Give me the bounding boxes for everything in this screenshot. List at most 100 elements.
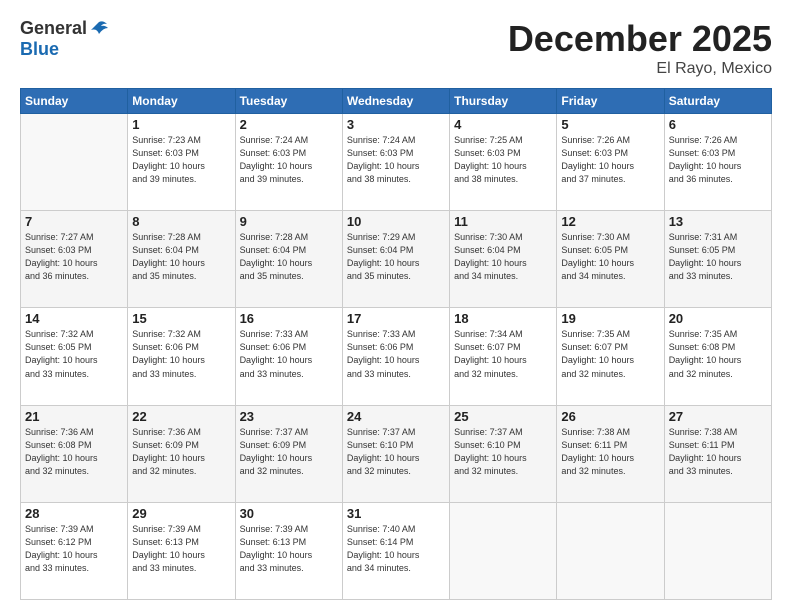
col-sunday: Sunday [21, 89, 128, 114]
logo-text-blue: Blue [20, 39, 59, 60]
day-number: 12 [561, 214, 659, 229]
day-number: 26 [561, 409, 659, 424]
day-info: Sunrise: 7:39 AM Sunset: 6:13 PM Dayligh… [132, 523, 230, 575]
table-row: 1 Sunrise: 7:23 AM Sunset: 6:03 PM Daylig… [128, 114, 235, 211]
table-row: 4Sunrise: 7:25 AM Sunset: 6:03 PM Daylig… [450, 114, 557, 211]
table-row: 5Sunrise: 7:26 AM Sunset: 6:03 PM Daylig… [557, 114, 664, 211]
calendar-header-row: Sunday Monday Tuesday Wednesday Thursday… [21, 89, 772, 114]
title-block: December 2025 El Rayo, Mexico [508, 18, 772, 78]
header: General Blue December 2025 El Rayo, Mexi… [20, 18, 772, 78]
day-number: 29 [132, 506, 230, 521]
day-number: 1 [132, 117, 230, 132]
day-info: Sunrise: 7:35 AM Sunset: 6:07 PM Dayligh… [561, 328, 659, 380]
table-row: 19 Sunrise: 7:35 AM Sunset: 6:07 PM Dayli… [557, 308, 664, 405]
col-wednesday: Wednesday [342, 89, 449, 114]
day-number: 24 [347, 409, 445, 424]
table-row: 16 Sunrise: 7:33 AM Sunset: 6:06 PM Dayli… [235, 308, 342, 405]
table-row: 8Sunrise: 7:28 AM Sunset: 6:04 PM Daylig… [128, 211, 235, 308]
day-info: Sunrise: 7:24 AM Sunset: 6:03 PM Dayligh… [347, 134, 445, 186]
day-number: 10 [347, 214, 445, 229]
day-number: 15 [132, 311, 230, 326]
day-info: Sunrise: 7:23 AM Sunset: 6:03 PM Dayligh… [132, 134, 230, 186]
day-number: 28 [25, 506, 123, 521]
day-number: 31 [347, 506, 445, 521]
day-number: 14 [25, 311, 123, 326]
calendar-week-row: 21 Sunrise: 7:36 AM Sunset: 6:08 PM Dayli… [21, 405, 772, 502]
day-info: Sunrise: 7:33 AM Sunset: 6:06 PM Dayligh… [347, 328, 445, 380]
day-number: 17 [347, 311, 445, 326]
table-row: 10Sunrise: 7:29 AM Sunset: 6:04 PM Dayli… [342, 211, 449, 308]
table-row: 14 Sunrise: 7:32 AM Sunset: 6:05 PM Dayli… [21, 308, 128, 405]
table-row: 13 Sunrise: 7:31 AM Sunset: 6:05 PM Dayli… [664, 211, 771, 308]
day-number: 23 [240, 409, 338, 424]
day-number: 27 [669, 409, 767, 424]
day-number: 16 [240, 311, 338, 326]
day-info: Sunrise: 7:32 AM Sunset: 6:06 PM Dayligh… [132, 328, 230, 380]
table-row: 6 Sunrise: 7:26 AM Sunset: 6:03 PM Daylig… [664, 114, 771, 211]
calendar-table: Sunday Monday Tuesday Wednesday Thursday… [20, 88, 772, 600]
day-number: 11 [454, 214, 552, 229]
day-info: Sunrise: 7:28 AM Sunset: 6:04 PM Dayligh… [132, 231, 230, 283]
day-info: Sunrise: 7:39 AM Sunset: 6:12 PM Dayligh… [25, 523, 123, 575]
table-row: 26Sunrise: 7:38 AM Sunset: 6:11 PM Dayli… [557, 405, 664, 502]
day-number: 6 [669, 117, 767, 132]
table-row: 7 Sunrise: 7:27 AM Sunset: 6:03 PM Daylig… [21, 211, 128, 308]
table-row: 27 Sunrise: 7:38 AM Sunset: 6:11 PM Dayli… [664, 405, 771, 502]
day-number: 7 [25, 214, 123, 229]
table-row: 22Sunrise: 7:36 AM Sunset: 6:09 PM Dayli… [128, 405, 235, 502]
table-row: 11 Sunrise: 7:30 AM Sunset: 6:04 PM Dayli… [450, 211, 557, 308]
day-info: Sunrise: 7:37 AM Sunset: 6:09 PM Dayligh… [240, 426, 338, 478]
day-number: 30 [240, 506, 338, 521]
calendar-week-row: 14 Sunrise: 7:32 AM Sunset: 6:05 PM Dayli… [21, 308, 772, 405]
subtitle: El Rayo, Mexico [508, 60, 772, 78]
table-row: 28 Sunrise: 7:39 AM Sunset: 6:12 PM Dayli… [21, 502, 128, 599]
calendar-week-row: 28 Sunrise: 7:39 AM Sunset: 6:12 PM Dayli… [21, 502, 772, 599]
day-info: Sunrise: 7:35 AM Sunset: 6:08 PM Dayligh… [669, 328, 767, 380]
day-number: 3 [347, 117, 445, 132]
day-info: Sunrise: 7:27 AM Sunset: 6:03 PM Dayligh… [25, 231, 123, 283]
table-row: 24 Sunrise: 7:37 AM Sunset: 6:10 PM Dayli… [342, 405, 449, 502]
day-number: 21 [25, 409, 123, 424]
col-friday: Friday [557, 89, 664, 114]
table-row: 23 Sunrise: 7:37 AM Sunset: 6:09 PM Dayli… [235, 405, 342, 502]
day-info: Sunrise: 7:30 AM Sunset: 6:04 PM Dayligh… [454, 231, 552, 283]
day-info: Sunrise: 7:30 AM Sunset: 6:05 PM Dayligh… [561, 231, 659, 283]
table-row: 9Sunrise: 7:28 AM Sunset: 6:04 PM Daylig… [235, 211, 342, 308]
table-row [664, 502, 771, 599]
day-info: Sunrise: 7:39 AM Sunset: 6:13 PM Dayligh… [240, 523, 338, 575]
day-number: 19 [561, 311, 659, 326]
table-row: 29 Sunrise: 7:39 AM Sunset: 6:13 PM Dayli… [128, 502, 235, 599]
col-tuesday: Tuesday [235, 89, 342, 114]
day-info: Sunrise: 7:38 AM Sunset: 6:11 PM Dayligh… [669, 426, 767, 478]
day-info: Sunrise: 7:26 AM Sunset: 6:03 PM Dayligh… [669, 134, 767, 186]
col-monday: Monday [128, 89, 235, 114]
day-info: Sunrise: 7:34 AM Sunset: 6:07 PM Dayligh… [454, 328, 552, 380]
table-row [21, 114, 128, 211]
logo: General Blue [20, 18, 109, 60]
col-thursday: Thursday [450, 89, 557, 114]
calendar-page: General Blue December 2025 El Rayo, Mexi… [0, 0, 792, 612]
day-info: Sunrise: 7:36 AM Sunset: 6:08 PM Dayligh… [25, 426, 123, 478]
logo-text-general: General [20, 18, 87, 39]
day-info: Sunrise: 7:37 AM Sunset: 6:10 PM Dayligh… [347, 426, 445, 478]
day-number: 5 [561, 117, 659, 132]
day-info: Sunrise: 7:32 AM Sunset: 6:05 PM Dayligh… [25, 328, 123, 380]
day-number: 18 [454, 311, 552, 326]
col-saturday: Saturday [664, 89, 771, 114]
table-row: 21 Sunrise: 7:36 AM Sunset: 6:08 PM Dayli… [21, 405, 128, 502]
table-row: 15 Sunrise: 7:32 AM Sunset: 6:06 PM Dayli… [128, 308, 235, 405]
table-row: 2Sunrise: 7:24 AM Sunset: 6:03 PM Daylig… [235, 114, 342, 211]
day-number: 9 [240, 214, 338, 229]
day-info: Sunrise: 7:33 AM Sunset: 6:06 PM Dayligh… [240, 328, 338, 380]
day-number: 25 [454, 409, 552, 424]
day-number: 20 [669, 311, 767, 326]
day-number: 13 [669, 214, 767, 229]
day-number: 4 [454, 117, 552, 132]
day-info: Sunrise: 7:24 AM Sunset: 6:03 PM Dayligh… [240, 134, 338, 186]
main-title: December 2025 [508, 18, 772, 60]
table-row: 30 Sunrise: 7:39 AM Sunset: 6:13 PM Dayli… [235, 502, 342, 599]
day-info: Sunrise: 7:31 AM Sunset: 6:05 PM Dayligh… [669, 231, 767, 283]
table-row [557, 502, 664, 599]
table-row: 25Sunrise: 7:37 AM Sunset: 6:10 PM Dayli… [450, 405, 557, 502]
table-row: 12 Sunrise: 7:30 AM Sunset: 6:05 PM Dayli… [557, 211, 664, 308]
